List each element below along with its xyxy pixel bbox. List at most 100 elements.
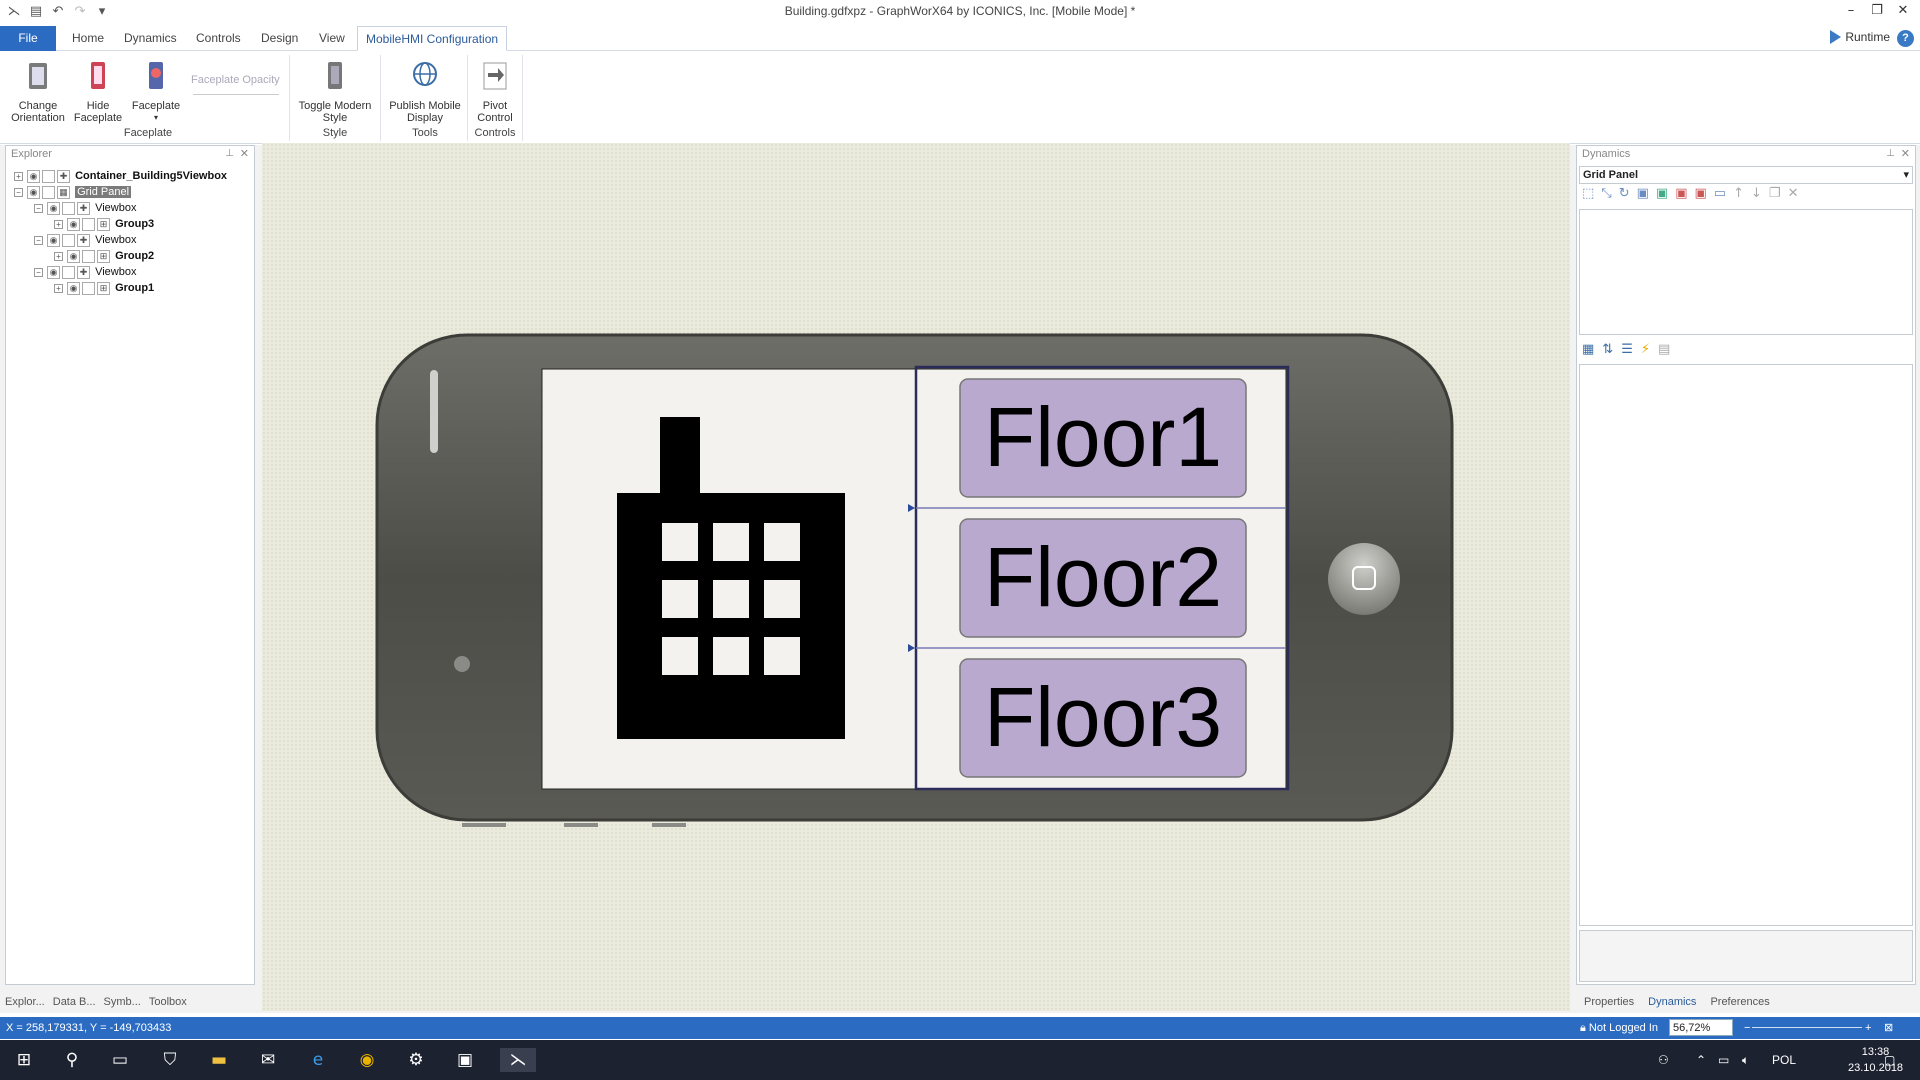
up-arrow-icon[interactable]: ↑ [1733,186,1744,206]
tree-item-container[interactable]: + ◉ ✚ Container_Building5Viewbox [14,168,227,184]
tab-symbols[interactable]: Symb... [104,996,141,1008]
lock-icon[interactable] [62,201,75,215]
undo-icon[interactable]: ↶ [50,4,66,19]
help-icon[interactable]: ? [1897,30,1914,47]
lock-icon[interactable] [82,249,95,263]
lock-icon[interactable] [82,217,95,231]
collapse-icon[interactable]: − [34,267,43,277]
change-orientation-button[interactable]: Change Orientation [8,59,68,124]
hide-faceplate-button[interactable]: Hide Faceplate [70,59,126,124]
fit-page-icon[interactable]: ⊠ [1884,1017,1893,1039]
chevron-down-icon[interactable]: ▾ [1903,167,1909,183]
tab-toolbox[interactable]: Toolbox [149,996,187,1008]
settings-icon[interactable]: ⚙ [404,1048,428,1072]
tree-item-viewbox[interactable]: − ◉ ✚ Viewbox [34,200,136,216]
tab-dynamics[interactable]: Dynamics [116,26,185,51]
down-arrow-icon[interactable]: ↓ [1751,186,1762,206]
tab-dynamics[interactable]: Dynamics [1648,996,1696,1008]
home-button[interactable] [1328,543,1400,615]
tree-item-group1[interactable]: + ◉ ⊞ Group1 [54,280,154,296]
zoom-out-icon[interactable]: − [1744,1017,1750,1039]
expand-icon[interactable]: + [54,251,63,261]
floor3-button[interactable]: Floor3 [959,658,1247,778]
tree-item-viewbox[interactable]: − ◉ ✚ Viewbox [34,264,136,280]
tab-mobilehmi-configuration[interactable]: MobileHMI Configuration [357,26,508,51]
lock-icon[interactable] [82,281,95,295]
collapse-icon[interactable]: − [34,203,43,213]
faceplate-button[interactable]: Faceplate ▾ [128,59,184,124]
tree-item-group3[interactable]: + ◉ ⊞ Group3 [54,216,154,232]
hide-icon[interactable]: ▣ [1695,186,1707,206]
expand-icon[interactable]: + [14,171,23,181]
lock-icon[interactable] [62,233,75,247]
text-icon[interactable]: ▭ [1714,186,1726,206]
eye-icon[interactable]: ◉ [47,265,60,279]
graphworx-icon[interactable]: ⋋ [500,1048,536,1072]
chrome-icon[interactable]: ◉ [355,1048,379,1072]
app-icon[interactable]: ⋋ [6,4,22,19]
floor2-button[interactable]: Floor2 [959,518,1247,638]
minimize-icon[interactable]: – [1838,0,1864,22]
tab-design[interactable]: Design [253,26,306,51]
language-indicator[interactable]: POL [1772,1040,1796,1080]
file-explorer-icon[interactable]: ▬ [207,1048,231,1072]
fill-icon[interactable]: ▣ [1675,186,1687,206]
customize-icon[interactable]: ▾ [94,4,110,19]
pivot-control-button[interactable]: Pivot Control [470,59,520,124]
lock-icon[interactable] [42,185,55,199]
design-canvas[interactable]: Floor1 Floor2 Floor3 [262,143,1570,1011]
faceplate-opacity-slider[interactable] [193,94,279,95]
select-icon[interactable]: ⬚ [1582,186,1594,206]
categorized-icon[interactable]: ▦ [1582,342,1594,362]
collapse-icon[interactable]: − [34,235,43,245]
edge-icon[interactable]: e [306,1048,330,1072]
volume-icon[interactable]: 🔈︎ [1742,1040,1749,1080]
sort-az-icon[interactable]: ⇅ [1602,342,1613,362]
expand-icon[interactable]: + [54,219,63,229]
store-icon[interactable]: ⛉ [158,1048,182,1072]
task-view-icon[interactable]: ▭ [108,1048,132,1072]
properties-grid[interactable] [1579,364,1913,926]
mail-icon[interactable]: ✉ [256,1048,280,1072]
tab-home[interactable]: Home [64,26,112,51]
toggle-modern-style-button[interactable]: Toggle Modern Style [292,59,378,124]
eye-icon[interactable]: ◉ [67,249,80,263]
tab-explorer[interactable]: Explor... [5,996,45,1008]
restore-icon[interactable]: ❐ [1864,0,1890,22]
tab-properties[interactable]: Properties [1584,996,1634,1008]
tab-controls[interactable]: Controls [188,26,249,51]
delete-icon[interactable]: ✕ [1788,186,1799,206]
close-icon[interactable]: ✕ [240,146,249,162]
move-icon[interactable]: ⤡ [1601,186,1611,206]
people-icon[interactable]: ⚇ [1658,1040,1669,1080]
size-icon[interactable]: ▣ [1637,186,1649,206]
zoom-in-icon[interactable]: + [1865,1017,1871,1039]
close-icon[interactable]: ✕ [1901,146,1910,162]
pin-icon[interactable]: ⊥ [225,146,234,162]
pages-icon[interactable]: ▤ [1658,342,1670,362]
collapse-icon[interactable]: − [14,187,23,197]
eye-icon[interactable]: ◉ [27,185,40,199]
eye-icon[interactable]: ◉ [67,217,80,231]
eye-icon[interactable]: ◉ [27,169,40,183]
tree-item-grid-panel[interactable]: − ◉ ▦ Grid Panel [14,184,132,200]
monitor-icon[interactable]: ▣ [453,1048,477,1072]
floor1-button[interactable]: Floor1 [959,378,1247,498]
eye-icon[interactable]: ◉ [67,281,80,295]
close-icon[interactable]: ✕ [1890,0,1916,22]
save-icon[interactable]: ▤ [28,4,44,19]
runtime-button[interactable]: Runtime [1830,30,1890,44]
search-icon[interactable]: ⚲ [60,1048,84,1072]
tab-view[interactable]: View [311,26,353,51]
tab-file[interactable]: File [0,26,56,51]
notifications-icon[interactable]: ▢ [1884,1040,1895,1080]
network-icon[interactable]: ▭ [1718,1040,1729,1080]
tree-item-viewbox[interactable]: − ◉ ✚ Viewbox [34,232,136,248]
dynamics-list[interactable] [1579,209,1913,335]
rotate-icon[interactable]: ↻ [1619,186,1630,206]
eye-icon[interactable]: ◉ [47,233,60,247]
object-selector[interactable]: Grid Panel ▾ [1579,166,1913,184]
properties-icon[interactable]: ☰ [1621,342,1633,362]
redo-icon[interactable]: ↷ [72,4,88,19]
eye-icon[interactable]: ◉ [47,201,60,215]
